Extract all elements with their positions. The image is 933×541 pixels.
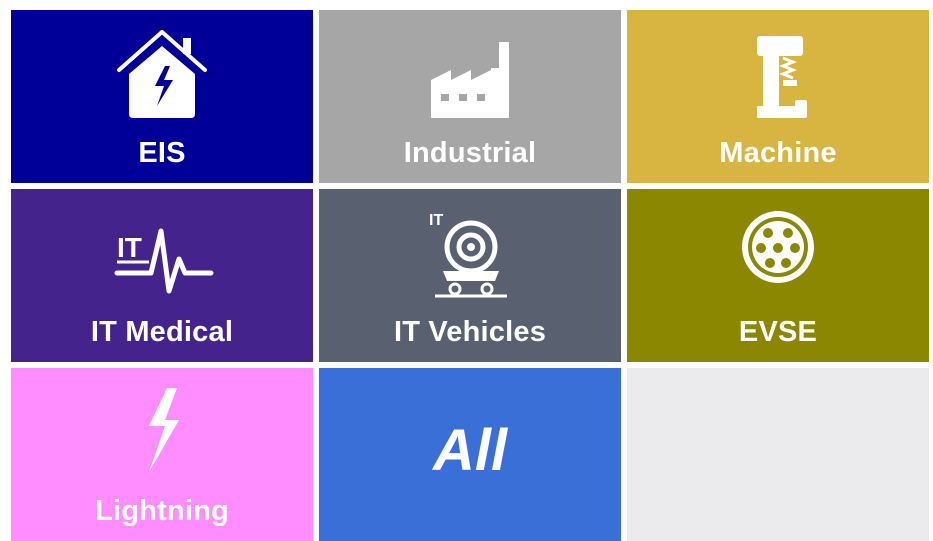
- tile-industrial[interactable]: Industrial: [319, 10, 621, 183]
- tile-label: IT Vehicles: [393, 316, 547, 348]
- tile-evse[interactable]: EVSE: [627, 189, 929, 362]
- tile-it-vehicles[interactable]: IT IT Vehicles: [319, 189, 621, 362]
- tile-label: IT Medical: [90, 316, 234, 348]
- ev-connector-icon: [723, 201, 833, 301]
- tile-empty: [627, 368, 929, 541]
- factory-icon: [415, 22, 525, 122]
- tile-label: Machine: [719, 137, 837, 169]
- tile-all[interactable]: All: [319, 368, 621, 541]
- svg-text:IT: IT: [117, 232, 142, 263]
- tile-label: Lightning: [95, 495, 229, 527]
- tile-label: EVSE: [738, 316, 818, 348]
- machine-press-icon: [723, 22, 833, 122]
- tile-it-medical[interactable]: IT IT Medical: [11, 189, 313, 362]
- tile-label: All: [432, 418, 508, 483]
- it-vehicle-wheel-icon: IT: [415, 201, 525, 301]
- tile-eis[interactable]: EIS: [11, 10, 313, 183]
- tile-machine[interactable]: Machine: [627, 10, 929, 183]
- lightning-bolt-icon: [107, 380, 217, 480]
- tile-label: EIS: [138, 137, 186, 169]
- tile-lightning[interactable]: Lightning: [11, 368, 313, 541]
- tile-label: Industrial: [403, 137, 537, 169]
- house-lightning-icon: [107, 22, 217, 122]
- it-heartbeat-icon: IT: [107, 201, 217, 301]
- svg-text:IT: IT: [429, 212, 443, 229]
- category-grid: EIS Industrial Machine IT IT Medical IT …: [11, 10, 929, 541]
